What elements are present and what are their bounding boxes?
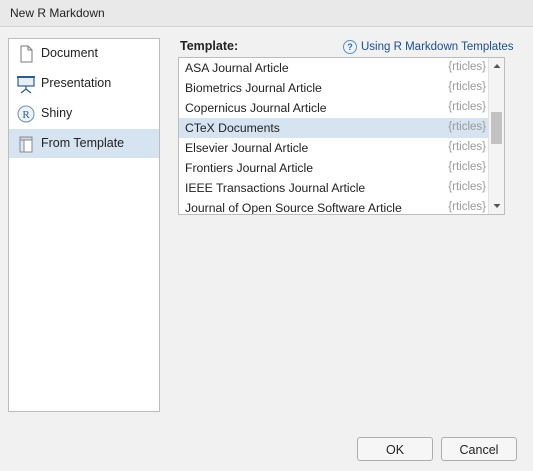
template-package: {rticles} (448, 61, 486, 73)
template-package: {rticles} (448, 81, 486, 93)
scrollbar-thumb[interactable] (491, 112, 502, 144)
template-name: Copernicus Journal Article (185, 101, 327, 115)
template-name: Biometrics Journal Article (185, 81, 322, 95)
template-row[interactable]: Biometrics Journal Article {rticles} (179, 78, 488, 98)
template-package: {rticles} (448, 121, 486, 133)
template-name: Elsevier Journal Article (185, 141, 309, 155)
template-package: {rticles} (448, 161, 486, 173)
sidebar-item-label: Document (41, 46, 98, 60)
template-package: {rticles} (448, 201, 486, 213)
template-row-selected[interactable]: CTeX Documents {rticles} (179, 118, 488, 138)
sidebar-item-document[interactable]: Document (9, 39, 159, 68)
sidebar-item-from-template[interactable]: From Template (9, 129, 159, 158)
template-row[interactable]: Copernicus Journal Article {rticles} (179, 98, 488, 118)
template-row[interactable]: Journal of Open Source Software Article … (179, 198, 488, 215)
help-icon: ? (343, 40, 357, 54)
template-name: IEEE Transactions Journal Article (185, 181, 366, 195)
template-row[interactable]: IEEE Transactions Journal Article {rticl… (179, 178, 488, 198)
help-link-label[interactable]: Using R Markdown Templates (361, 41, 514, 53)
template-heading: Template: (180, 39, 239, 53)
template-row[interactable]: Elsevier Journal Article {rticles} (179, 138, 488, 158)
format-sidebar: Document Presentation R Shiny From Templ… (8, 38, 160, 412)
scroll-up-arrow-icon[interactable] (489, 58, 504, 74)
sidebar-item-presentation[interactable]: Presentation (9, 69, 159, 98)
template-name: Frontiers Journal Article (185, 161, 314, 175)
scroll-down-arrow-icon[interactable] (489, 198, 504, 214)
template-list[interactable]: ASA Journal Article {rticles} Biometrics… (178, 57, 505, 215)
template-row[interactable]: Frontiers Journal Article {rticles} (179, 158, 488, 178)
template-package: {rticles} (448, 101, 486, 113)
svg-text:R: R (22, 109, 30, 121)
template-name: CTeX Documents (185, 121, 280, 135)
shiny-icon: R (16, 104, 36, 124)
template-name: Journal of Open Source Software Article (185, 201, 402, 215)
template-package: {rticles} (448, 181, 486, 193)
window-title: New R Markdown (10, 6, 105, 20)
template-row[interactable]: ASA Journal Article {rticles} (179, 58, 488, 78)
document-icon (16, 44, 36, 64)
ok-button[interactable]: OK (357, 437, 433, 461)
cancel-button[interactable]: Cancel (441, 437, 517, 461)
title-bar: New R Markdown (0, 0, 533, 27)
sidebar-item-label: Shiny (41, 106, 73, 120)
template-name: ASA Journal Article (185, 61, 289, 75)
template-list-scrollbar[interactable] (488, 58, 504, 214)
sidebar-item-label: Presentation (41, 76, 112, 90)
sidebar-item-shiny[interactable]: R Shiny (9, 99, 159, 128)
sidebar-item-label: From Template (41, 136, 125, 150)
presentation-icon (16, 74, 36, 94)
template-package: {rticles} (448, 141, 486, 153)
template-icon (16, 134, 36, 154)
